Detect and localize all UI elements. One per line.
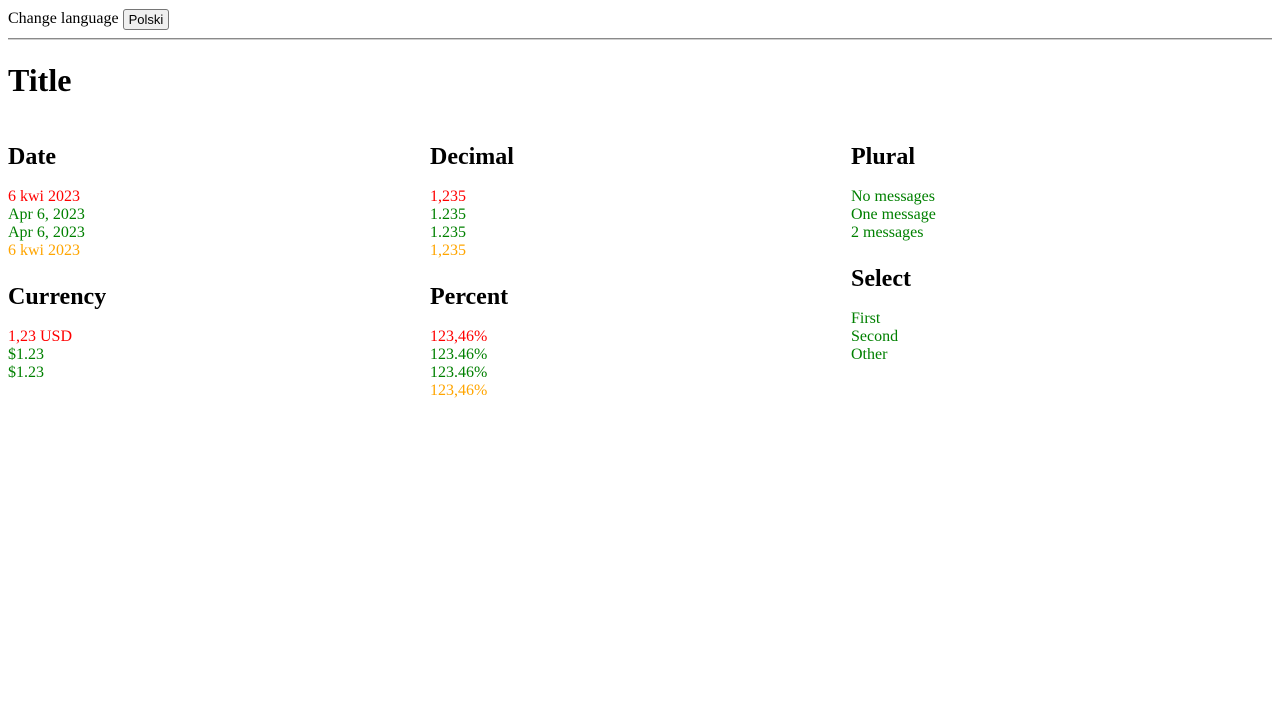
select-section: Select First Second Other: [851, 265, 1272, 363]
date-heading: Date: [8, 144, 56, 170]
date-section: Date 6 kwi 2023 Apr 6, 2023 Apr 6, 2023 …: [8, 143, 429, 259]
decimal-section: Decimal 1,235 1.235 1.235 1,235: [430, 143, 851, 259]
currency-section: Currency 1,23 USD $1.23 $1.23: [8, 283, 429, 381]
select-value-1: First: [851, 310, 881, 327]
decimal-value-2: 1.235: [430, 206, 466, 223]
date-value-1: 6 kwi 2023: [8, 188, 80, 205]
select-values: First Second Other: [851, 310, 898, 364]
decimal-values: 1,235 1.235 1.235 1,235: [430, 188, 466, 260]
language-toolbar: Change language Polski: [8, 8, 170, 30]
plural-value-2: One message: [851, 206, 936, 223]
currency-value-1: 1,23 USD: [8, 328, 73, 345]
percent-values: 123,46% 123.46% 123.46% 123,46%: [430, 328, 487, 400]
currency-heading: Currency: [8, 284, 107, 310]
currency-value-3: $1.23: [8, 364, 44, 381]
percent-section: Percent 123,46% 123.46% 123.46% 123,46%: [430, 283, 851, 399]
decimal-value-3: 1.235: [430, 224, 466, 241]
date-value-3: Apr 6, 2023: [8, 224, 85, 241]
date-value-2: Apr 6, 2023: [8, 206, 85, 223]
select-value-3: Other: [851, 346, 888, 363]
page-title: Title: [8, 62, 72, 98]
decimal-value-4: 1,235: [430, 242, 466, 259]
select-heading: Select: [851, 266, 911, 292]
plural-value-3: 2 messages: [851, 224, 924, 241]
date-value-4: 6 kwi 2023: [8, 242, 80, 259]
percent-value-4: 123,46%: [430, 382, 488, 399]
select-value-2: Second: [851, 328, 899, 345]
plural-values: No messages One message 2 messages: [851, 188, 936, 242]
date-values: 6 kwi 2023 Apr 6, 2023 Apr 6, 2023 6 kwi…: [8, 188, 85, 260]
decimal-value-1: 1,235: [430, 188, 466, 205]
plural-section: Plural No messages One message 2 message…: [851, 143, 1272, 241]
currency-values: 1,23 USD $1.23 $1.23: [8, 328, 72, 382]
percent-value-1: 123,46%: [430, 328, 488, 345]
currency-value-2: $1.23: [8, 346, 44, 363]
header-divider: [8, 38, 1272, 40]
percent-heading: Percent: [430, 284, 509, 310]
change-language-label: Change language: [8, 10, 119, 27]
plural-value-1: No messages: [851, 188, 935, 205]
language-toggle-button[interactable]: Polski: [122, 8, 170, 30]
plural-heading: Plural: [851, 144, 915, 170]
decimal-heading: Decimal: [430, 144, 514, 170]
percent-value-3: 123.46%: [430, 364, 488, 381]
percent-value-2: 123.46%: [430, 346, 488, 363]
